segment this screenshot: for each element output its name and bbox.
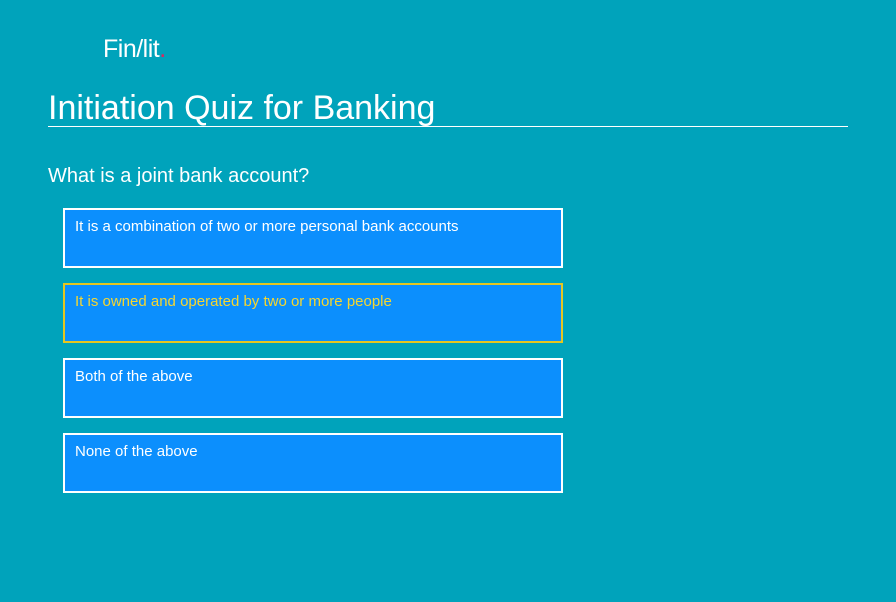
answer-option-1[interactable]: It is a combination of two or more perso…	[63, 208, 563, 268]
answer-option-label: None of the above	[75, 443, 198, 460]
title-divider	[48, 126, 848, 127]
page-title: Initiation Quiz for Banking	[48, 89, 436, 127]
answer-option-label: Both of the above	[75, 368, 193, 385]
answer-option-label: It is a combination of two or more perso…	[75, 218, 459, 235]
answer-option-2[interactable]: It is owned and operated by two or more …	[63, 283, 563, 343]
question-text: What is a joint bank account?	[48, 165, 310, 187]
logo-dot: .	[159, 35, 166, 63]
logo-text: Fin/lit	[103, 35, 160, 63]
answer-options: It is a combination of two or more perso…	[63, 208, 563, 508]
answer-option-4[interactable]: None of the above	[63, 433, 563, 493]
answer-option-3[interactable]: Both of the above	[63, 358, 563, 418]
app-logo: Fin/lit.	[103, 34, 166, 64]
answer-option-label: It is owned and operated by two or more …	[75, 293, 392, 310]
